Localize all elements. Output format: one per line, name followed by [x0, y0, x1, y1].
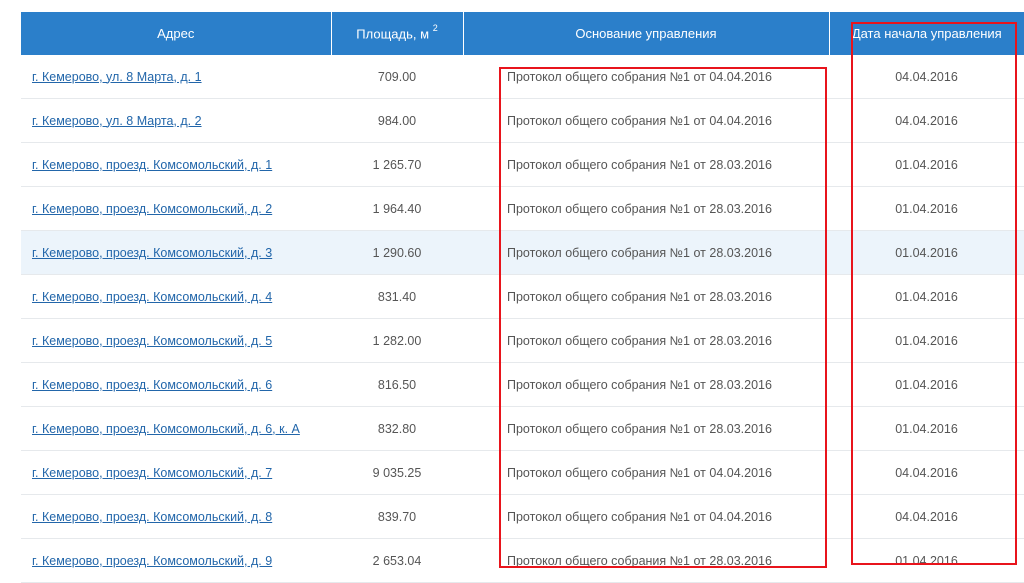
cell-address: г. Кемерово, проезд. Комсомольский, д. 1	[21, 142, 331, 187]
cell-start-date: 04.04.2016	[829, 450, 1024, 495]
cell-basis: Протокол общего собрания №1 от 28.03.201…	[463, 186, 829, 231]
address-link[interactable]: г. Кемерово, ул. 8 Марта, д. 2	[32, 114, 202, 128]
cell-address: г. Кемерово, проезд. Комсомольский, д. 4	[21, 274, 331, 319]
cell-basis: Протокол общего собрания №1 от 28.03.201…	[463, 318, 829, 363]
cell-area: 832.80	[331, 406, 463, 451]
address-link[interactable]: г. Кемерово, проезд. Комсомольский, д. 6	[32, 378, 272, 392]
cell-basis: Протокол общего собрания №1 от 04.04.201…	[463, 98, 829, 143]
column-header-address-label: Адрес	[157, 26, 195, 41]
cell-basis: Протокол общего собрания №1 от 28.03.201…	[463, 362, 829, 407]
address-link[interactable]: г. Кемерово, проезд. Комсомольский, д. 3	[32, 246, 272, 260]
cell-area: 984.00	[331, 98, 463, 143]
cell-area: 816.50	[331, 362, 463, 407]
cell-basis: Протокол общего собрания №1 от 28.03.201…	[463, 406, 829, 451]
table-row: г. Кемерово, проезд. Комсомольский, д. 7…	[21, 450, 1024, 495]
cell-area: 831.40	[331, 274, 463, 319]
cell-basis: Протокол общего собрания №1 от 28.03.201…	[463, 538, 829, 583]
table-row: г. Кемерово, проезд. Комсомольский, д. 5…	[21, 318, 1024, 363]
table-row: г. Кемерово, проезд. Комсомольский, д. 6…	[21, 362, 1024, 407]
address-link[interactable]: г. Кемерово, проезд. Комсомольский, д. 6…	[32, 422, 300, 436]
cell-basis: Протокол общего собрания №1 от 28.03.201…	[463, 230, 829, 275]
cell-address: г. Кемерово, проезд. Комсомольский, д. 9	[21, 538, 331, 583]
address-link[interactable]: г. Кемерово, проезд. Комсомольский, д. 8	[32, 510, 272, 524]
table-row: г. Кемерово, проезд. Комсомольский, д. 4…	[21, 274, 1024, 319]
cell-address: г. Кемерово, ул. 8 Марта, д. 1	[21, 55, 331, 99]
column-header-basis[interactable]: Основание управления	[463, 12, 830, 55]
header-row: Адрес Площадь, м 2 Основание управления …	[21, 12, 1024, 55]
cell-area: 2 653.04	[331, 538, 463, 583]
cell-start-date: 01.04.2016	[829, 186, 1024, 231]
cell-area: 1 282.00	[331, 318, 463, 363]
table-row: г. Кемерово, проезд. Комсомольский, д. 9…	[21, 538, 1024, 583]
table-header: Адрес Площадь, м 2 Основание управления …	[21, 12, 1024, 55]
cell-address: г. Кемерово, проезд. Комсомольский, д. 2	[21, 186, 331, 231]
cell-address: г. Кемерово, проезд. Комсомольский, д. 7	[21, 450, 331, 495]
cell-start-date: 01.04.2016	[829, 538, 1024, 583]
table-row: г. Кемерово, проезд. Комсомольский, д. 6…	[21, 406, 1024, 451]
cell-start-date: 01.04.2016	[829, 142, 1024, 187]
cell-area: 9 035.25	[331, 450, 463, 495]
area-unit-superscript: 2	[432, 23, 438, 34]
cell-basis: Протокол общего собрания №1 от 28.03.201…	[463, 142, 829, 187]
cell-area: 839.70	[331, 494, 463, 539]
cell-start-date: 04.04.2016	[829, 98, 1024, 143]
cell-address: г. Кемерово, проезд. Комсомольский, д. 3	[21, 230, 331, 275]
cell-address: г. Кемерово, ул. 8 Марта, д. 2	[21, 98, 331, 143]
column-header-area[interactable]: Площадь, м 2	[331, 12, 464, 55]
cell-area: 1 265.70	[331, 142, 463, 187]
cell-basis: Протокол общего собрания №1 от 04.04.201…	[463, 450, 829, 495]
cell-basis: Протокол общего собрания №1 от 28.03.201…	[463, 274, 829, 319]
cell-address: г. Кемерово, проезд. Комсомольский, д. 8	[21, 494, 331, 539]
cell-start-date: 01.04.2016	[829, 274, 1024, 319]
table-row: г. Кемерово, проезд. Комсомольский, д. 2…	[21, 186, 1024, 231]
table-row: г. Кемерово, проезд. Комсомольский, д. 3…	[21, 230, 1024, 275]
table-row: г. Кемерово, ул. 8 Марта, д. 1 709.00 Прот…	[21, 55, 1024, 99]
cell-area: 709.00	[331, 55, 463, 99]
column-header-start-date-label: Дата начала управления	[851, 26, 1002, 41]
cell-address: г. Кемерово, проезд. Комсомольский, д. 6	[21, 362, 331, 407]
cell-area: 1 964.40	[331, 186, 463, 231]
cell-start-date: 04.04.2016	[829, 494, 1024, 539]
address-link[interactable]: г. Кемерово, проезд. Комсомольский, д. 4	[32, 290, 272, 304]
cell-start-date: 01.04.2016	[829, 230, 1024, 275]
cell-start-date: 01.04.2016	[829, 318, 1024, 363]
cell-area: 1 290.60	[331, 230, 463, 275]
cell-start-date: 04.04.2016	[829, 55, 1024, 99]
cell-basis: Протокол общего собрания №1 от 04.04.201…	[463, 55, 829, 99]
address-link[interactable]: г. Кемерово, проезд. Комсомольский, д. 2	[32, 202, 272, 216]
column-header-area-label: Площадь, м	[356, 26, 430, 42]
column-header-address[interactable]: Адрес	[21, 12, 332, 55]
table-row: г. Кемерово, ул. 8 Марта, д. 2 984.00 Прот…	[21, 98, 1024, 143]
table-body: г. Кемерово, ул. 8 Марта, д. 1 709.00 Прот…	[21, 55, 1024, 583]
houses-table-container: Адрес Площадь, м 2 Основание управления …	[21, 12, 1024, 583]
cell-basis: Протокол общего собрания №1 от 04.04.201…	[463, 494, 829, 539]
address-link[interactable]: г. Кемерово, проезд. Комсомольский, д. 1	[32, 158, 272, 172]
table-row: г. Кемерово, проезд. Комсомольский, д. 1…	[21, 142, 1024, 187]
column-header-basis-label: Основание управления	[575, 26, 717, 41]
cell-address: г. Кемерово, проезд. Комсомольский, д. 5	[21, 318, 331, 363]
cell-start-date: 01.04.2016	[829, 362, 1024, 407]
table-row: г. Кемерово, проезд. Комсомольский, д. 8…	[21, 494, 1024, 539]
cell-start-date: 01.04.2016	[829, 406, 1024, 451]
cell-address: г. Кемерово, проезд. Комсомольский, д. 6…	[21, 406, 331, 451]
address-link[interactable]: г. Кемерово, проезд. Комсомольский, д. 9	[32, 554, 272, 568]
address-link[interactable]: г. Кемерово, ул. 8 Марта, д. 1	[32, 70, 202, 84]
address-link[interactable]: г. Кемерово, проезд. Комсомольский, д. 7	[32, 466, 272, 480]
houses-table: Адрес Площадь, м 2 Основание управления …	[21, 12, 1024, 583]
address-link[interactable]: г. Кемерово, проезд. Комсомольский, д. 5	[32, 334, 272, 348]
column-header-start-date[interactable]: Дата начала управления	[829, 12, 1024, 55]
